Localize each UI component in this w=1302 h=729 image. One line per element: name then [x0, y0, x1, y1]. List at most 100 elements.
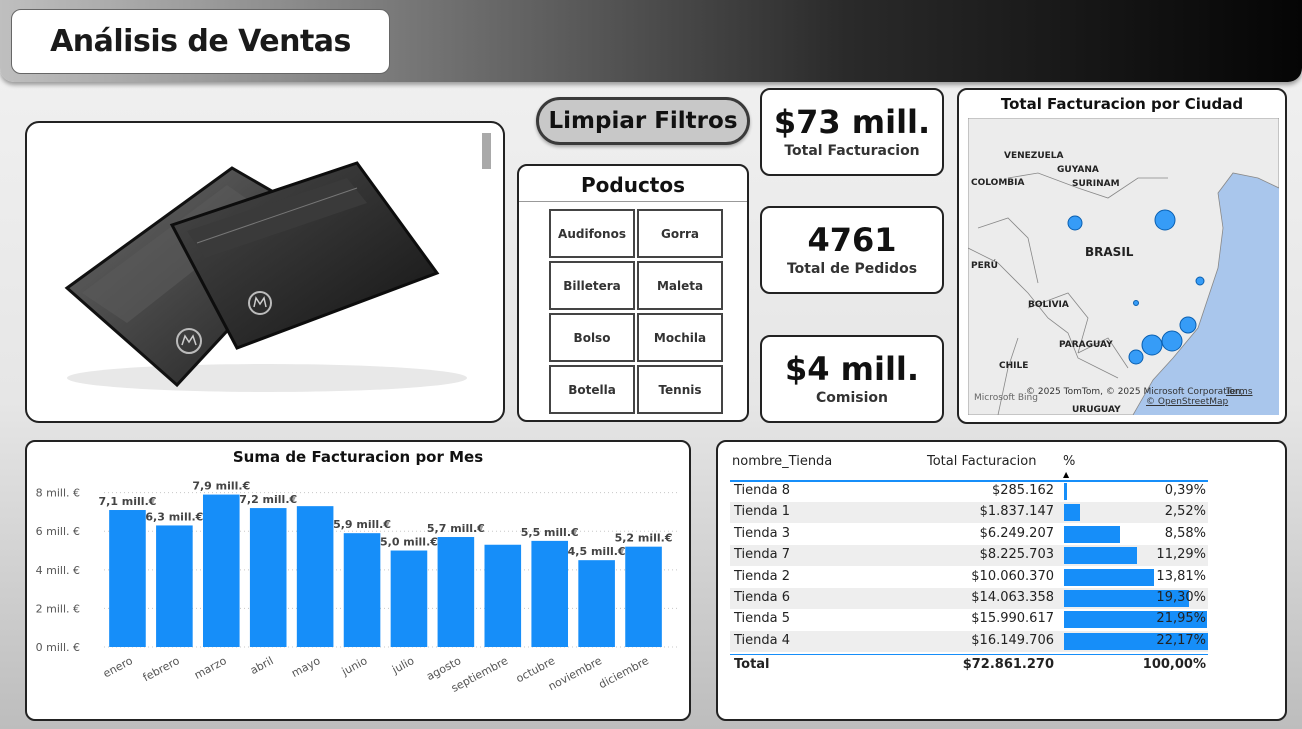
cell-billing: $6.249.207: [979, 525, 1054, 541]
x-tick-label: julio: [389, 654, 416, 677]
wallet-image: [64, 161, 467, 392]
total-pct: 100,00%: [1142, 657, 1206, 673]
map-copyright: © 2025 TomTom, © 2025 Microsoft Corporat…: [1026, 387, 1244, 397]
bar-marzo[interactable]: [202, 494, 240, 647]
cell-pct-bar: [1064, 568, 1154, 586]
cell-billing: $285.162: [991, 483, 1054, 498]
x-tick-label: enero: [101, 654, 135, 680]
table-row[interactable]: Tienda 3 $6.249.207 8,58%: [730, 524, 1208, 545]
table-row[interactable]: Tienda 2 $10.060.370 13,81%: [730, 567, 1208, 588]
y-tick-label: 0 mill. €: [36, 641, 80, 654]
total-label: Total: [734, 657, 770, 673]
bar-agosto[interactable]: [437, 537, 475, 647]
column-header-pct[interactable]: %: [1063, 454, 1075, 469]
data-label: 6,3 mill.€: [145, 510, 203, 523]
cell-pct: 8,58%: [1164, 525, 1206, 541]
bar-noviembre[interactable]: [578, 560, 615, 647]
product-button-audifonos[interactable]: Audifonos: [549, 209, 635, 258]
product-button-tennis[interactable]: Tennis: [637, 365, 723, 414]
products-title: Poductos: [519, 166, 747, 202]
bar-diciembre[interactable]: [625, 546, 662, 647]
cell-pct-bar: [1064, 483, 1067, 500]
kpi-commission-label: Comision: [816, 390, 888, 406]
cell-pct: 19,30%: [1156, 590, 1206, 605]
x-tick-label: febrero: [141, 654, 182, 684]
table-row[interactable]: Tienda 7 $8.225.703 11,29%: [730, 545, 1208, 567]
bar-mayo[interactable]: [296, 506, 334, 647]
map-bubble: [1195, 276, 1205, 286]
store-table-card: nombre_Tienda Total Facturacion % ▲ Tien…: [716, 440, 1287, 721]
cell-pct-bar: [1064, 525, 1120, 543]
x-tick-label: noviembre: [546, 654, 604, 693]
x-tick-label: marzo: [192, 654, 229, 682]
data-label: 7,9 mill.€: [192, 480, 250, 493]
data-label: 5,2 mill.€: [615, 532, 673, 545]
kpi-billing-label: Total Facturacion: [784, 143, 920, 159]
x-tick-label: diciembre: [597, 654, 652, 691]
cell-pct: 13,81%: [1156, 568, 1206, 584]
cell-pct: 2,52%: [1164, 504, 1206, 520]
product-button-gorra[interactable]: Gorra: [637, 209, 723, 258]
cell-store: Tienda 1: [734, 504, 791, 520]
column-header-store[interactable]: nombre_Tienda: [732, 454, 832, 469]
bar-octubre[interactable]: [531, 540, 569, 647]
bar-junio[interactable]: [343, 533, 381, 647]
data-label: 7,1 mill.€: [98, 495, 156, 508]
bar-septiembre[interactable]: [484, 544, 522, 647]
cell-store: Tienda 3: [734, 525, 791, 541]
cell-billing: $1.837.147: [979, 504, 1054, 520]
cell-pct-bar: [1064, 547, 1138, 565]
table-row[interactable]: Tienda 1 $1.837.147 2,52%: [730, 502, 1208, 524]
data-label: 5,0 mill.€: [380, 536, 438, 549]
kpi-total-billing: $73 mill. Total Facturacion: [760, 88, 944, 176]
cell-billing: $14.063.358: [971, 590, 1054, 605]
cell-store: Tienda 7: [734, 547, 791, 563]
data-label: 4,5 mill.€: [568, 545, 626, 558]
bar-julio[interactable]: [390, 550, 428, 647]
map-area[interactable]: VENEZUELA GUYANA SURINAM COLOMBIA BRASIL…: [968, 118, 1279, 415]
cell-store: Tienda 8: [734, 483, 791, 498]
map-bubble: [1161, 330, 1183, 352]
table-row[interactable]: Tienda 6 $14.063.358 19,30%: [730, 588, 1208, 609]
product-button-billetera[interactable]: Billetera: [549, 261, 635, 310]
data-label: 5,5 mill.€: [521, 526, 579, 539]
y-tick-label: 4 mill. €: [36, 564, 80, 577]
bar-enero[interactable]: [109, 510, 146, 647]
cell-billing: $8.225.703: [979, 547, 1054, 563]
map-bubble: [1141, 334, 1163, 356]
cell-billing: $15.990.617: [971, 611, 1054, 627]
bing-logo: Microsoft Bing: [974, 393, 1038, 403]
table-row[interactable]: Tienda 5 $15.990.617 21,95%: [730, 609, 1208, 630]
bar-chart: 0 mill. € 2 mill. € 4 mill. € 6 mill. € 8 mi…: [36, 480, 679, 695]
cell-pct: 21,95%: [1156, 611, 1206, 627]
total-billing: $72.861.270: [962, 657, 1054, 673]
products-slicer: Poductos Audifonos Gorra Billetera Malet…: [517, 164, 749, 422]
product-button-maleta[interactable]: Maleta: [637, 261, 723, 310]
product-button-botella[interactable]: Botella: [549, 365, 635, 414]
map-bubbles: [1067, 209, 1205, 365]
map-bubble: [1179, 316, 1197, 334]
map-bubble: [1154, 209, 1176, 231]
table-row[interactable]: Tienda 8 $285.162 0,39%: [730, 481, 1208, 502]
image-scrollbar[interactable]: [482, 133, 491, 169]
kpi-orders-label: Total de Pedidos: [786, 261, 918, 277]
kpi-commission-value: $4 mill.: [784, 350, 920, 388]
map-osm-link[interactable]: © OpenStreetMap: [1146, 397, 1228, 407]
table-row[interactable]: Tienda 4 $16.149.706 22,17%: [730, 630, 1208, 652]
title-box: Análisis de Ventas: [11, 9, 390, 74]
column-header-billing[interactable]: Total Facturacion: [927, 454, 1037, 469]
cell-billing: $10.060.370: [971, 568, 1054, 584]
data-label: 5,7 mill.€: [427, 522, 485, 535]
clear-filters-button[interactable]: Limpiar Filtros: [536, 97, 750, 145]
x-tick-label: junio: [339, 654, 370, 679]
bar-abril[interactable]: [249, 508, 287, 647]
cell-pct: 22,17%: [1156, 632, 1206, 648]
product-image-card: [25, 121, 505, 423]
bar-febrero[interactable]: [156, 525, 193, 647]
map-terms-link[interactable]: Terms: [1226, 387, 1253, 397]
cell-store: Tienda 5: [734, 611, 791, 627]
product-button-mochila[interactable]: Mochila: [637, 313, 723, 362]
map-bubble: [1067, 215, 1083, 231]
product-button-bolso[interactable]: Bolso: [549, 313, 635, 362]
kpi-orders-value: 4761: [807, 221, 897, 259]
